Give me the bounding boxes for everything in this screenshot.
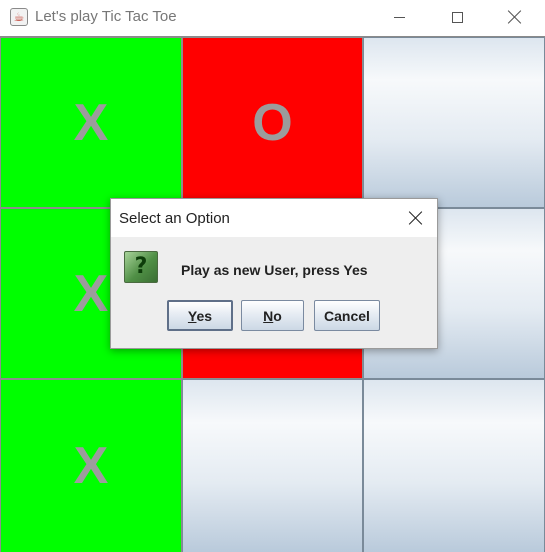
yes-button[interactable]: Yes [167,300,233,331]
maximize-icon [451,11,463,23]
minimize-icon [393,16,405,18]
window-titlebar: ☕ Let's play Tic Tac Toe [0,0,545,34]
board-cell[interactable]: X [0,37,182,208]
cancel-button-label: Cancel [324,307,370,324]
minimize-button[interactable] [370,0,428,34]
yes-button-label: Yes [188,308,212,324]
board-cell[interactable] [182,379,363,552]
board-cell[interactable] [363,379,545,552]
dialog-close-button[interactable] [403,207,429,229]
window-title: Let's play Tic Tac Toe [35,8,177,25]
yes-mnemonic: Y [187,307,197,324]
option-dialog: Select an Option ? Play as new User, pre… [110,198,438,349]
board-cell[interactable]: O [182,37,363,208]
dialog-titlebar: Select an Option [111,199,437,237]
dialog-message: Play as new User, press Yes [181,262,368,278]
dialog-title: Select an Option [119,210,230,227]
java-cup-icon: ☕ [10,8,28,26]
close-button[interactable] [486,0,544,34]
board-cell[interactable]: X [0,379,182,552]
no-button[interactable]: No [241,300,304,331]
cancel-button[interactable]: Cancel [314,300,380,331]
maximize-button[interactable] [428,0,486,34]
close-icon [508,10,522,24]
close-icon [409,211,423,225]
yes-label-rest: es [196,307,213,324]
no-mnemonic: N [263,307,274,324]
no-button-label: No [263,308,282,324]
board-cell[interactable] [363,37,545,208]
question-icon: ? [124,251,158,283]
no-label-rest: o [273,307,282,324]
